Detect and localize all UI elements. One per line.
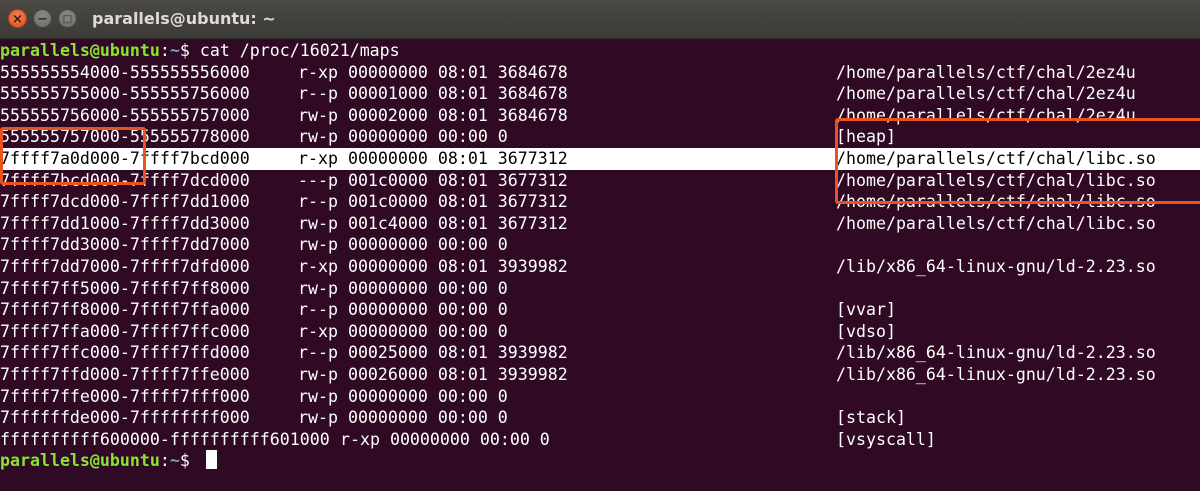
map-permissions: rw-p 001c4000 08:01 3677312 (298, 213, 568, 233)
prompt-path: ~ (169, 41, 180, 60)
map-permissions: ---p 001c0000 08:01 3677312 (298, 170, 568, 190)
map-permissions: rw-p 00002000 08:01 3684678 (298, 105, 568, 125)
map-permissions: rw-p 00000000 00:00 0 (298, 408, 508, 428)
prompt-line: parallels@ubuntu:~$ cat /proc/16021/maps (0, 40, 1200, 62)
map-address-range: 7ffff7dd1000-7ffff7dd3000 (0, 213, 250, 233)
map-address-range: 7ffffffde000-7ffffffff000 (0, 408, 250, 428)
prompt-user: parallels@ubuntu (0, 41, 160, 60)
map-address-range: 7ffff7ffd000-7ffff7ffe000 (0, 365, 250, 384)
map-permissions: r--p 00000000 00:00 0 (298, 300, 508, 320)
map-row: 555555554000-555555556000 r-xp 00000000 0… (0, 62, 1200, 84)
maximize-window-button[interactable]: □ (58, 9, 77, 28)
window-titlebar[interactable]: × − □ parallels@ubuntu: ~ (0, 0, 1200, 39)
prompt-path: ~ (169, 451, 180, 471)
terminal-area[interactable]: parallels@ubuntu:~$ cat /proc/16021/maps… (0, 38, 1200, 491)
prompt-colon: : (159, 41, 170, 60)
map-permissions: r--p 001c0000 08:01 3677312 (298, 192, 568, 212)
map-address-range: 555555554000-555555556000 (0, 62, 250, 82)
map-row: ffffffffff600000-ffffffffff601000 r-xp 00… (0, 429, 1200, 451)
map-permissions: rw-p 00000000 00:00 0 (298, 278, 508, 298)
command-text: cat /proc/16021/maps (199, 41, 400, 60)
map-pathname: [vdso] (836, 321, 896, 341)
map-row: 7ffff7ff5000-7ffff7ff8000 rw-p 00000000 0… (0, 278, 1200, 300)
map-pathname: [stack] (836, 408, 906, 428)
map-row: 7ffff7ffe000-7ffff7fff000 rw-p 00000000 0… (0, 386, 1200, 408)
map-permissions: r-xp 00000000 00:00 0 (298, 321, 508, 341)
map-permissions: r-xp 00000000 08:01 3677312 (298, 149, 568, 168)
text-cursor (205, 450, 217, 470)
window-title: parallels@ubuntu: ~ (92, 9, 276, 28)
map-address-range: 7ffff7dcd000-7ffff7dd1000 (0, 192, 250, 212)
map-permissions: r-xp 00000000 00:00 0 (340, 429, 550, 449)
map-permissions: r--p 00001000 08:01 3684678 (298, 84, 568, 104)
map-address-range: 555555756000-555555757000 (0, 105, 250, 125)
minimize-icon: − (37, 12, 48, 27)
map-row: 7ffff7ff8000-7ffff7ffa000 r--p 00000000 0… (0, 299, 1200, 321)
maximize-icon: □ (62, 14, 73, 25)
prompt-symbol: $ (179, 451, 200, 471)
map-row: 7ffffffde000-7ffffffff000 rw-p 00000000 0… (0, 407, 1200, 429)
map-row: 7ffff7dd3000-7ffff7dd7000 rw-p 00000000 0… (0, 234, 1200, 256)
map-pathname: /lib/x86_64-linux-gnu/ld-2.23.so (836, 343, 1156, 363)
map-pathname: /home/parallels/ctf/chal/libc.so (836, 213, 1156, 233)
map-pathname: /home/parallels/ctf/chal/2ez4u (836, 62, 1136, 82)
map-row: 7ffff7ffd000-7ffff7ffe000 rw-p 00026000 0… (0, 364, 1200, 386)
map-permissions: rw-p 00000000 00:00 0 (298, 127, 508, 147)
map-pathname: [vvar] (836, 300, 896, 320)
map-address-range: 7ffff7ffe000-7ffff7fff000 (0, 386, 250, 406)
map-row: 555555755000-555555756000 r--p 00001000 0… (0, 83, 1200, 105)
minimize-window-button[interactable]: − (33, 9, 52, 28)
map-permissions: rw-p 00000000 00:00 0 (298, 386, 508, 406)
map-row: 7ffff7ffc000-7ffff7ffd000 r--p 00025000 0… (0, 342, 1200, 364)
map-pathname: /lib/x86_64-linux-gnu/ld-2.23.so (836, 365, 1156, 384)
map-pathname: /lib/x86_64-linux-gnu/ld-2.23.so (836, 257, 1156, 276)
map-address-range: 7ffff7ff8000-7ffff7ffa000 (0, 300, 250, 320)
map-address-range: 7ffff7dd3000-7ffff7dd7000 (0, 235, 250, 255)
map-permissions: r--p 00025000 08:01 3939982 (298, 343, 568, 363)
map-address-range: 555555755000-555555756000 (0, 84, 250, 104)
map-address-range: 7ffff7ff5000-7ffff7ff8000 (0, 278, 250, 298)
map-permissions: r-xp 00000000 08:01 3684678 (298, 62, 568, 82)
map-address-range: ffffffffff600000-ffffffffff601000 (0, 429, 330, 449)
map-address-range: 7ffff7dd7000-7ffff7dfd000 (0, 257, 250, 276)
map-permissions: rw-p 00026000 08:01 3939982 (298, 365, 568, 384)
map-pathname: [vsyscall] (836, 429, 936, 449)
prompt-symbol: $ (179, 41, 200, 60)
map-pathname: /home/parallels/ctf/chal/2ez4u (836, 84, 1136, 104)
map-permissions: r-xp 00000000 08:01 3939982 (298, 257, 568, 276)
map-row: 7ffff7dd1000-7ffff7dd3000 rw-p 001c4000 0… (0, 213, 1200, 235)
close-icon: × (12, 12, 23, 27)
address-highlight-box (0, 127, 146, 185)
map-row: 7ffff7dd7000-7ffff7dfd000 r-xp 00000000 0… (0, 256, 1200, 278)
path-highlight-box (835, 118, 1200, 204)
prompt-user: parallels@ubuntu (0, 451, 160, 471)
map-row: 7ffff7ffa000-7ffff7ffc000 r-xp 00000000 0… (0, 321, 1200, 343)
close-window-button[interactable]: × (8, 9, 27, 28)
map-permissions: rw-p 00000000 00:00 0 (298, 235, 508, 255)
map-address-range: 7ffff7ffc000-7ffff7ffd000 (0, 343, 250, 363)
prompt-line[interactable]: parallels@ubuntu:~$ (0, 450, 1200, 472)
map-address-range: 7ffff7ffa000-7ffff7ffc000 (0, 321, 250, 341)
prompt-colon: : (159, 451, 170, 471)
